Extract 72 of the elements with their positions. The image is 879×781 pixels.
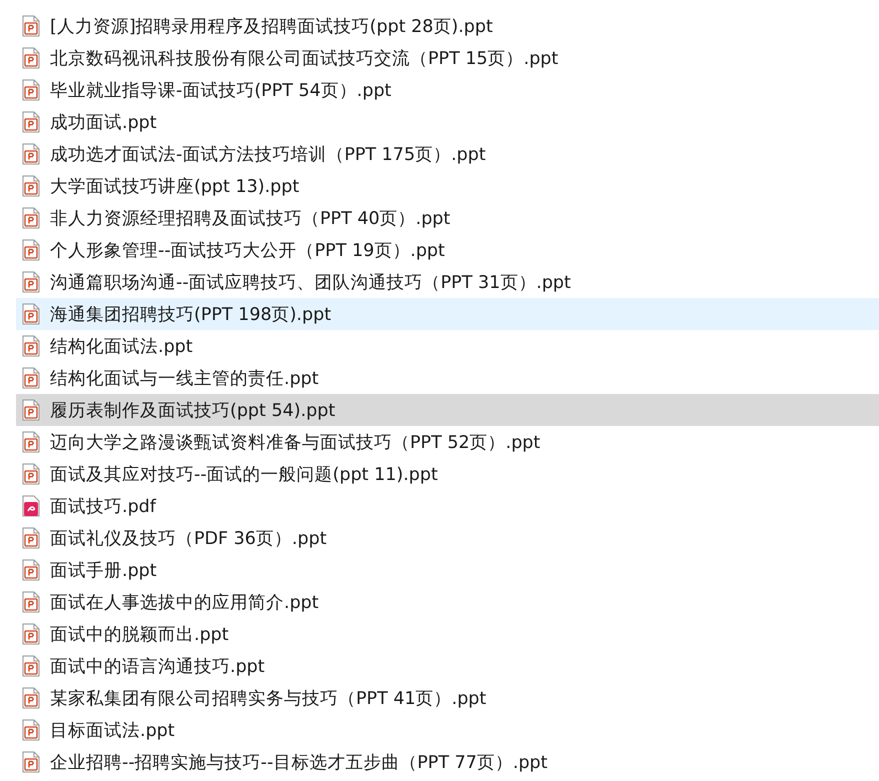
presentation-file-icon xyxy=(22,687,40,709)
presentation-file-icon xyxy=(22,751,40,773)
presentation-file-icon xyxy=(22,463,40,485)
file-name: 毕业就业指导课-面试技巧(PPT 54页）.ppt xyxy=(50,80,392,102)
file-row[interactable]: 个人形象管理--面试技巧大公开（PPT 19页）.ppt xyxy=(16,234,879,266)
presentation-file-icon xyxy=(22,623,40,645)
file-name: 非人力资源经理招聘及面试技巧（PPT 40页）.ppt xyxy=(50,208,450,230)
presentation-file-icon xyxy=(22,431,40,453)
file-row[interactable]: 某家私集团有限公司招聘实务与技巧（PPT 41页）.ppt xyxy=(16,682,879,714)
presentation-file-icon xyxy=(22,527,40,549)
file-name: 海通集团招聘技巧(PPT 198页).ppt xyxy=(50,304,332,326)
file-name: 面试及其应对技巧--面试的一般问题(ppt 11).ppt xyxy=(50,464,438,486)
file-row[interactable]: 沟通篇职场沟通--面试应聘技巧、团队沟通技巧（PPT 31页）.ppt xyxy=(16,266,879,298)
file-name: 结构化面试法.ppt xyxy=(50,336,193,358)
presentation-file-icon xyxy=(22,591,40,613)
presentation-file-icon xyxy=(22,335,40,357)
presentation-file-icon xyxy=(22,79,40,101)
file-name: 目标面试法.ppt xyxy=(50,720,175,742)
file-name: 沟通篇职场沟通--面试应聘技巧、团队沟通技巧（PPT 31页）.ppt xyxy=(50,272,571,294)
file-row[interactable]: 海通集团招聘技巧(PPT 198页).ppt xyxy=(16,298,879,330)
file-name: 北京数码视讯科技股份有限公司面试技巧交流（PPT 15页）.ppt xyxy=(50,48,558,70)
file-row[interactable]: 面试在人事选拔中的应用简介.ppt xyxy=(16,586,879,618)
presentation-file-icon xyxy=(22,559,40,581)
presentation-file-icon xyxy=(22,303,40,325)
presentation-file-icon xyxy=(22,719,40,741)
file-row[interactable]: 结构化面试法.ppt xyxy=(16,330,879,362)
file-row[interactable]: 目标面试法.ppt xyxy=(16,714,879,746)
file-row[interactable]: 面试及其应对技巧--面试的一般问题(ppt 11).ppt xyxy=(16,458,879,490)
file-row[interactable]: 面试手册.ppt xyxy=(16,554,879,586)
file-row[interactable]: 迈向大学之路漫谈甄试资料准备与面试技巧（PPT 52页）.ppt xyxy=(16,426,879,458)
file-name: [人力资源]招聘录用程序及招聘面试技巧(ppt 28页).ppt xyxy=(50,16,493,38)
file-row[interactable]: 面试中的脱颖而出.ppt xyxy=(16,618,879,650)
file-name: 面试在人事选拔中的应用简介.ppt xyxy=(50,592,319,614)
file-name: 面试手册.ppt xyxy=(50,560,157,582)
file-row[interactable]: 大学面试技巧讲座(ppt 13).ppt xyxy=(16,170,879,202)
file-row[interactable]: 非人力资源经理招聘及面试技巧（PPT 40页）.ppt xyxy=(16,202,879,234)
presentation-file-icon xyxy=(22,271,40,293)
file-name: 迈向大学之路漫谈甄试资料准备与面试技巧（PPT 52页）.ppt xyxy=(50,432,540,454)
file-row[interactable]: 成功选才面试法-面试方法技巧培训（PPT 175页）.ppt xyxy=(16,138,879,170)
file-row[interactable]: 企业招聘--招聘实施与技巧--目标选才五步曲（PPT 77页）.ppt xyxy=(16,746,879,778)
file-name: 结构化面试与一线主管的责任.ppt xyxy=(50,368,319,390)
file-row[interactable]: 面试礼仪及技巧（PDF 36页）.ppt xyxy=(16,522,879,554)
file-row[interactable]: 结构化面试与一线主管的责任.ppt xyxy=(16,362,879,394)
presentation-file-icon xyxy=(22,175,40,197)
presentation-file-icon xyxy=(22,47,40,69)
presentation-file-icon xyxy=(22,399,40,421)
file-name: 某家私集团有限公司招聘实务与技巧（PPT 41页）.ppt xyxy=(50,688,486,710)
file-name: 成功选才面试法-面试方法技巧培训（PPT 175页）.ppt xyxy=(50,144,486,166)
presentation-file-icon xyxy=(22,111,40,133)
file-row[interactable]: 毕业就业指导课-面试技巧(PPT 54页）.ppt xyxy=(16,74,879,106)
file-name: 面试中的语言沟通技巧.ppt xyxy=(50,656,265,678)
file-name: 面试技巧.pdf xyxy=(50,496,156,518)
file-name: 企业招聘--招聘实施与技巧--目标选才五步曲（PPT 77页）.ppt xyxy=(50,752,548,774)
file-row[interactable]: 履历表制作及面试技巧(ppt 54).ppt xyxy=(16,394,879,426)
file-row[interactable]: 北京数码视讯科技股份有限公司面试技巧交流（PPT 15页）.ppt xyxy=(16,42,879,74)
file-row[interactable]: 成功面试.ppt xyxy=(16,106,879,138)
file-name: 面试礼仪及技巧（PDF 36页）.ppt xyxy=(50,528,327,550)
file-name: 面试中的脱颖而出.ppt xyxy=(50,624,229,646)
presentation-file-icon xyxy=(22,239,40,261)
file-name: 履历表制作及面试技巧(ppt 54).ppt xyxy=(50,400,336,422)
presentation-file-icon xyxy=(22,143,40,165)
pdf-file-icon xyxy=(22,495,40,517)
presentation-file-icon xyxy=(22,367,40,389)
file-name: 个人形象管理--面试技巧大公开（PPT 19页）.ppt xyxy=(50,240,445,262)
file-row[interactable]: [人力资源]招聘录用程序及招聘面试技巧(ppt 28页).ppt xyxy=(16,10,879,42)
file-name: 成功面试.ppt xyxy=(50,112,157,134)
file-row[interactable]: 面试技巧.pdf xyxy=(16,490,879,522)
presentation-file-icon xyxy=(22,207,40,229)
presentation-file-icon xyxy=(22,15,40,37)
file-name: 大学面试技巧讲座(ppt 13).ppt xyxy=(50,176,300,198)
presentation-file-icon xyxy=(22,655,40,677)
file-row[interactable]: 面试中的语言沟通技巧.ppt xyxy=(16,650,879,682)
